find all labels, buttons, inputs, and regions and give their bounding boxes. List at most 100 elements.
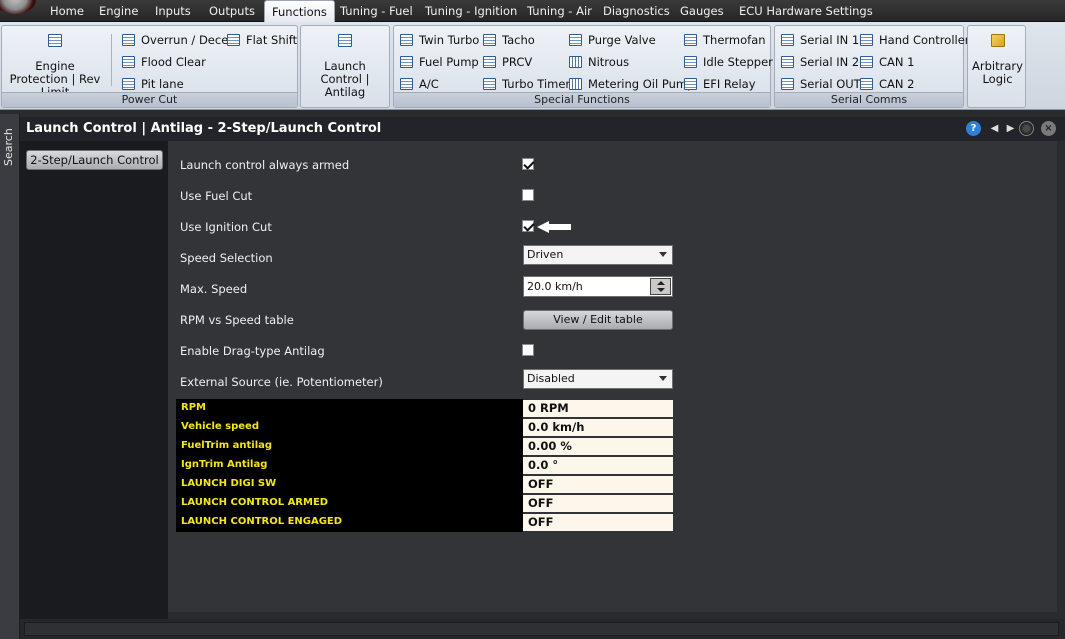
use-fuel-cut-checkbox[interactable] xyxy=(522,189,534,201)
live-values-table: RPM 0 RPM Vehicle speed 0.0 km/h FuelTri… xyxy=(176,399,673,532)
pointer-arrow-icon xyxy=(537,221,571,233)
max-speed-input[interactable]: 20.0 km/h xyxy=(523,276,673,297)
purge-valve-button[interactable]: Purge Valve xyxy=(569,31,656,49)
menu-tuning-air[interactable]: Tuning - Air xyxy=(527,4,592,18)
tacho-label: Tacho xyxy=(502,33,535,47)
ac-icon xyxy=(400,78,413,90)
menu-functions[interactable]: Functions xyxy=(264,0,335,23)
table-row: IgnTrim Antilag 0.0 ° xyxy=(176,456,673,475)
side-strip: Search xyxy=(0,114,20,639)
ac-label: A/C xyxy=(419,77,439,91)
metering-oil-pump-icon xyxy=(569,78,582,90)
value-name: LAUNCH CONTROL ARMED xyxy=(176,494,523,513)
next-arrow-icon[interactable]: ▶ xyxy=(1003,121,1018,136)
special-functions-caption: Special Functions xyxy=(394,92,770,107)
use-ignition-cut-label: Use Ignition Cut xyxy=(180,220,272,234)
serial-in-2-button[interactable]: Serial IN 2 xyxy=(781,53,859,71)
table-row: LAUNCH DIGI SW OFF xyxy=(176,475,673,494)
overrun-decel-button[interactable]: Overrun / Decel xyxy=(122,31,231,49)
menu-engine[interactable]: Engine xyxy=(99,4,138,18)
flood-clear-icon xyxy=(122,56,135,68)
serial-in-2-label: Serial IN 2 xyxy=(800,55,860,69)
launch-control-label: Launch Control | Antilag xyxy=(320,59,370,99)
horizontal-scrollbar[interactable] xyxy=(20,619,1065,639)
group-power-cut: Engine Protection | Rev Limit Overrun / … xyxy=(1,25,298,108)
menu-inputs[interactable]: Inputs xyxy=(155,4,191,18)
help-icon[interactable]: ? xyxy=(966,121,981,136)
group-launch-control: Launch Control | Antilag xyxy=(300,25,390,108)
view-edit-table-button[interactable]: View / Edit table xyxy=(523,310,673,330)
search-tab[interactable]: Search xyxy=(2,122,18,172)
idle-stepper-button[interactable]: Idle Stepper xyxy=(684,53,773,71)
table-row: FuelTrim antilag 0.00 % xyxy=(176,437,673,456)
flat-shift-button[interactable]: Flat Shift xyxy=(227,31,297,49)
can-2-label: CAN 2 xyxy=(879,77,915,91)
menu-gauges[interactable]: Gauges xyxy=(680,4,724,18)
twin-turbo-icon xyxy=(400,34,413,46)
launch-control-button[interactable]: Launch Control | Antilag xyxy=(305,34,385,99)
metering-oil-pump-button[interactable]: Metering Oil Pump xyxy=(569,75,694,93)
speed-selection-value: Driven xyxy=(527,248,564,261)
menu-tuning-fuel[interactable]: Tuning - Fuel xyxy=(340,4,413,18)
overrun-decel-icon xyxy=(122,34,135,46)
speed-selection-label: Speed Selection xyxy=(180,251,273,265)
arbitrary-logic-button[interactable]: Arbitrary Logic xyxy=(970,34,1025,86)
turbo-timer-button[interactable]: Turbo Timer xyxy=(483,75,570,93)
nitrous-button[interactable]: Nitrous xyxy=(569,53,629,71)
menu-tuning-ignition[interactable]: Tuning - Ignition xyxy=(425,4,517,18)
can-2-button[interactable]: CAN 2 xyxy=(860,75,914,93)
drag-antilag-checkbox[interactable] xyxy=(522,344,534,356)
twin-turbo-button[interactable]: Twin Turbo xyxy=(400,31,479,49)
flat-shift-label: Flat Shift xyxy=(246,33,298,47)
app-logo-icon[interactable] xyxy=(0,0,36,14)
menu-home[interactable]: Home xyxy=(50,4,84,18)
table-row: LAUNCH CONTROL ARMED OFF xyxy=(176,494,673,513)
close-icon[interactable]: × xyxy=(1041,121,1056,136)
can-2-icon xyxy=(860,78,873,90)
thermofan-icon xyxy=(684,34,697,46)
gauge-icon[interactable] xyxy=(1019,121,1034,136)
fuel-pump-button[interactable]: Fuel Pump xyxy=(400,53,479,71)
prcv-icon xyxy=(483,56,496,68)
table-row: LAUNCH CONTROL ENGAGED OFF xyxy=(176,513,673,532)
drag-antilag-label: Enable Drag-type Antilag xyxy=(180,344,325,358)
use-ignition-cut-checkbox[interactable] xyxy=(522,220,534,232)
engine-protection-button[interactable]: Engine Protection | Rev Limit xyxy=(6,34,104,99)
pit-lane-button[interactable]: Pit lane xyxy=(122,75,184,93)
external-source-dropdown[interactable]: Disabled xyxy=(523,369,673,389)
nitrous-icon xyxy=(569,56,582,68)
ac-button[interactable]: A/C xyxy=(400,75,439,93)
flood-clear-button[interactable]: Flood Clear xyxy=(122,53,206,71)
efi-relay-button[interactable]: EFI Relay xyxy=(684,75,756,93)
value-reading: OFF xyxy=(523,514,673,531)
launch-control-icon xyxy=(338,34,352,47)
pit-lane-label: Pit lane xyxy=(141,77,184,91)
max-speed-stepper[interactable] xyxy=(650,278,671,295)
nav-2step-launch-control[interactable]: 2-Step/Launch Control xyxy=(26,150,163,170)
arbitrary-logic-label: Arbitrary Logic xyxy=(972,59,1023,86)
menu-outputs[interactable]: Outputs xyxy=(209,4,255,18)
speed-selection-dropdown[interactable]: Driven xyxy=(523,245,673,265)
hand-controller-button[interactable]: Hand Controller xyxy=(860,31,970,49)
scrollbar-thumb[interactable] xyxy=(24,622,1059,636)
menu-bar: Home Engine Inputs Outputs Functions Tun… xyxy=(0,0,1065,23)
tacho-button[interactable]: Tacho xyxy=(483,31,535,49)
panel-title: Launch Control | Antilag - 2-Step/Launch… xyxy=(26,121,382,136)
nitrous-label: Nitrous xyxy=(588,55,630,69)
menu-diagnostics[interactable]: Diagnostics xyxy=(603,4,670,18)
value-name: FuelTrim antilag xyxy=(176,437,523,456)
prev-arrow-icon[interactable]: ◀ xyxy=(987,121,1002,136)
can-1-button[interactable]: CAN 1 xyxy=(860,53,914,71)
purge-valve-label: Purge Valve xyxy=(588,33,656,47)
always-armed-checkbox[interactable] xyxy=(522,158,534,170)
serial-out-button[interactable]: Serial OUT xyxy=(781,75,861,93)
ribbon: Engine Protection | Rev Limit Overrun / … xyxy=(0,22,1065,110)
thermofan-button[interactable]: Thermofan xyxy=(684,31,766,49)
serial-in-1-button[interactable]: Serial IN 1 xyxy=(781,31,859,49)
menu-ecu-hardware-settings[interactable]: ECU Hardware Settings xyxy=(739,4,873,18)
value-reading: OFF xyxy=(523,495,673,512)
turbo-timer-label: Turbo Timer xyxy=(502,77,571,91)
group-special-functions: Twin Turbo Fuel Pump A/C Tacho PRCV Turb… xyxy=(393,25,773,108)
prcv-button[interactable]: PRCV xyxy=(483,53,532,71)
max-speed-label: Max. Speed xyxy=(180,282,248,296)
